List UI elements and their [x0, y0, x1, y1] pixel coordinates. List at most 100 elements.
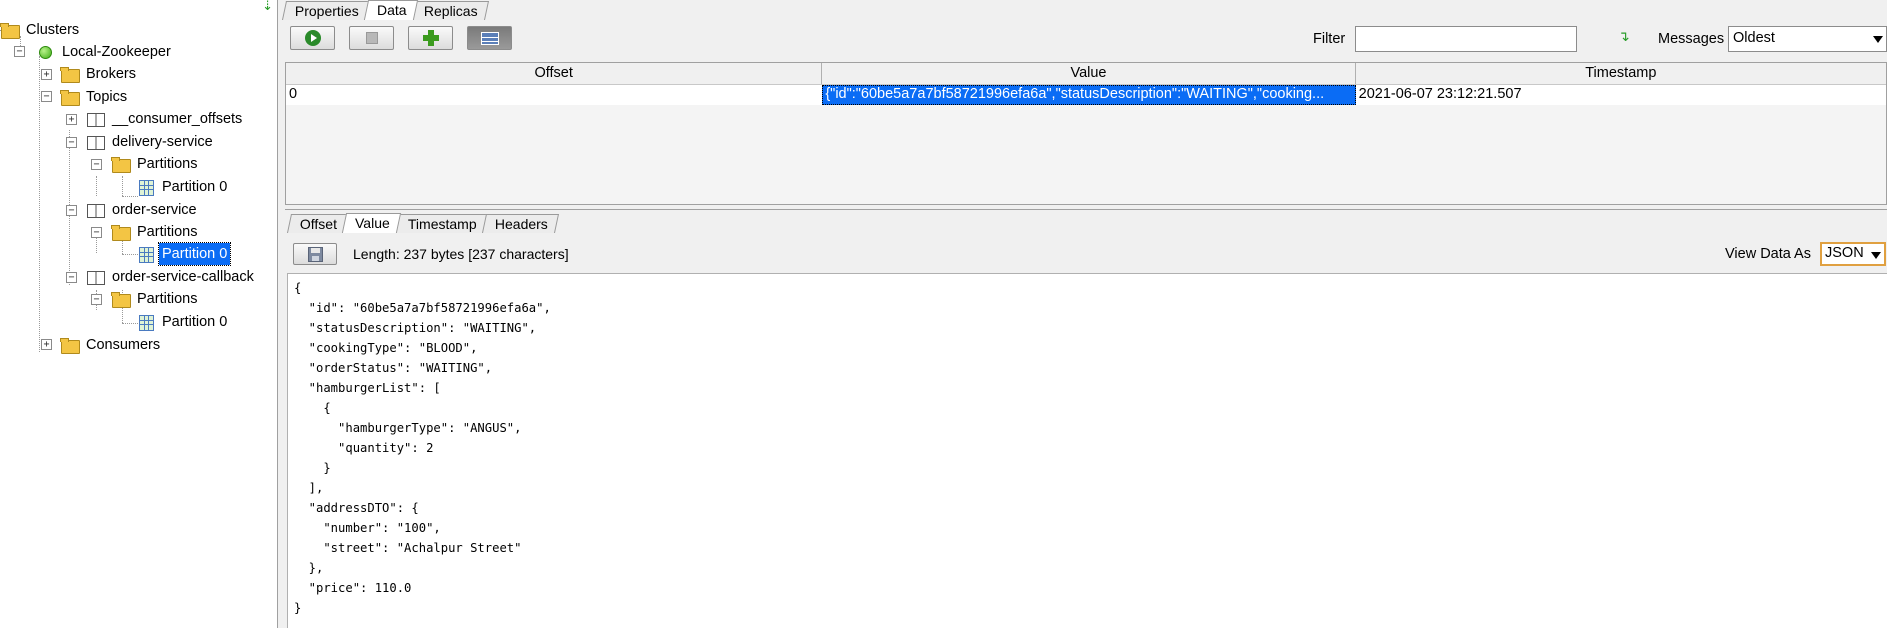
tree-node-order-partitions[interactable]: Partitions: [111, 221, 200, 243]
tree-node-clusters[interactable]: Clusters: [0, 19, 82, 41]
tree-node-topics[interactable]: Topics: [60, 86, 130, 108]
expand-icon[interactable]: +: [41, 69, 52, 80]
cell-offset: 0: [289, 86, 298, 102]
tab-label: Timestamp: [407, 216, 477, 232]
folder-open-icon: [111, 156, 131, 173]
messages-table: Offset Value Timestamp 0 {"id":"60be5a7a…: [285, 62, 1887, 205]
tab-label: Properties: [294, 3, 359, 19]
tree-node-callback-partition-0[interactable]: Partition 0: [136, 311, 230, 333]
tree-node-local-zookeeper[interactable]: Local-Zookeeper: [36, 41, 174, 63]
json-line: }: [294, 601, 302, 615]
collapse-icon[interactable]: −: [91, 159, 102, 170]
json-line: "number": "100",: [294, 521, 441, 535]
tree-node-label: Topics: [86, 89, 128, 105]
tree-node-delivery-partitions[interactable]: Partitions: [111, 153, 200, 175]
chevron-down-icon: [1873, 36, 1883, 43]
tree-node-label: Brokers: [86, 66, 136, 82]
tab-replicas[interactable]: Replicas: [411, 1, 490, 20]
tree-node-consumer-offsets[interactable]: __consumer_offsets: [86, 108, 245, 130]
folder-open-icon: [111, 291, 131, 308]
toggle-view-button[interactable]: [467, 26, 512, 50]
list-view-icon: [480, 31, 499, 45]
folder-icon: [60, 337, 80, 354]
collapse-icon[interactable]: −: [66, 137, 77, 148]
json-line: "price": 110.0: [294, 581, 412, 595]
column-header-timestamp[interactable]: Timestamp: [1356, 63, 1886, 84]
expand-icon[interactable]: +: [41, 339, 52, 350]
tree-node-label: Partitions: [137, 156, 198, 172]
stop-button[interactable]: [349, 26, 394, 50]
json-line: "statusDescription": "WAITING",: [294, 321, 537, 335]
json-line: "cookingType": "BLOOD",: [294, 341, 478, 355]
tree-node-order-partition-0[interactable]: Partition 0: [136, 242, 232, 266]
json-line: "street": "Achalpur Street": [294, 541, 522, 555]
view-data-as-select[interactable]: JSON: [1820, 242, 1886, 266]
column-header-offset[interactable]: Offset: [286, 63, 823, 84]
json-line: {: [294, 401, 331, 415]
add-message-button[interactable]: [408, 26, 453, 50]
plus-icon: [422, 30, 439, 46]
retrieve-messages-button[interactable]: [290, 26, 335, 50]
json-line: "orderStatus": "WAITING",: [294, 361, 493, 375]
apply-filter-icon[interactable]: ↴: [1618, 28, 1630, 45]
value-length-text: Length: 237 bytes [237 characters]: [353, 246, 569, 262]
tab-label: Headers: [494, 216, 548, 232]
stop-icon: [365, 32, 378, 44]
tab-label: Offset: [299, 216, 337, 232]
save-disk-icon: [307, 246, 323, 262]
messages-selected-value: Oldest: [1733, 30, 1775, 46]
tree-node-label: __consumer_offsets: [112, 111, 243, 127]
tree-node-callback-partitions[interactable]: Partitions: [111, 288, 200, 310]
tree-node-label: Consumers: [86, 337, 161, 353]
json-line: {: [294, 281, 302, 295]
tree-node-delivery-partition-0[interactable]: Partition 0: [136, 176, 230, 198]
tab-timestamp[interactable]: Timestamp: [394, 214, 488, 233]
json-line: "id": "60be5a7a7bf58721996efa6a",: [294, 301, 551, 315]
tree-node-order-service[interactable]: order-service: [86, 199, 200, 221]
collapse-tree-icon[interactable]: ⇣: [262, 0, 273, 14]
kafka-tool-window: ⇣ Clusters − Local-Zookeeper + Brokers −: [0, 0, 1887, 628]
expand-icon[interactable]: +: [66, 114, 77, 125]
tab-headers[interactable]: Headers: [481, 214, 559, 233]
tree-node-label: Partitions: [137, 224, 198, 240]
filter-input[interactable]: [1355, 26, 1577, 52]
tab-offset[interactable]: Offset: [286, 214, 349, 233]
cluster-tree[interactable]: ⇣ Clusters − Local-Zookeeper + Brokers −: [0, 0, 278, 628]
save-button[interactable]: [293, 243, 337, 265]
collapse-icon[interactable]: −: [14, 46, 25, 57]
partition-grid-icon: [136, 314, 156, 331]
json-value-view[interactable]: { "id": "60be5a7a7bf58721996efa6a", "sta…: [287, 273, 1887, 628]
topic-book-icon: [86, 111, 106, 127]
tree-node-label: order-service: [112, 202, 197, 218]
messages-select[interactable]: Oldest: [1728, 26, 1887, 52]
messages-label: Messages: [1658, 31, 1725, 47]
tree-node-order-service-callback[interactable]: order-service-callback: [86, 266, 257, 288]
tree-node-label: Partitions: [137, 291, 198, 307]
tab-data[interactable]: Data: [363, 0, 418, 20]
tab-value[interactable]: Value: [341, 213, 402, 233]
table-header: Offset Value Timestamp: [286, 63, 1886, 85]
collapse-icon[interactable]: −: [91, 294, 102, 305]
json-line: },: [294, 561, 324, 575]
json-line: }: [294, 461, 331, 475]
partition-grid-icon: [136, 246, 156, 263]
view-data-as-label: View Data As: [1725, 246, 1811, 262]
top-tabbar: Properties Data Replicas: [281, 0, 490, 20]
collapse-icon[interactable]: −: [66, 205, 77, 216]
tree-node-label: order-service-callback: [112, 269, 254, 285]
tab-properties[interactable]: Properties: [281, 1, 370, 20]
table-row[interactable]: 0 {"id":"60be5a7a7bf58721996efa6a","stat…: [286, 85, 1886, 105]
cell-value[interactable]: {"id":"60be5a7a7bf58721996efa6a","status…: [822, 85, 1356, 105]
detail-tabbar: Offset Value Timestamp Headers: [286, 213, 559, 233]
collapse-icon[interactable]: −: [41, 91, 52, 102]
tree-node-consumers[interactable]: Consumers: [60, 334, 163, 356]
message-detail-panel: Offset Value Timestamp Headers Length: 2…: [285, 209, 1887, 628]
tree-node-brokers[interactable]: Brokers: [60, 63, 139, 85]
tab-label: Value: [355, 215, 390, 231]
collapse-icon[interactable]: −: [91, 227, 102, 238]
collapse-icon[interactable]: −: [66, 272, 77, 283]
json-line: "hamburgerType": "ANGUS",: [294, 421, 522, 435]
chevron-down-icon: [1871, 252, 1881, 259]
tree-node-delivery-service[interactable]: delivery-service: [86, 131, 216, 153]
column-header-value[interactable]: Value: [822, 63, 1356, 84]
